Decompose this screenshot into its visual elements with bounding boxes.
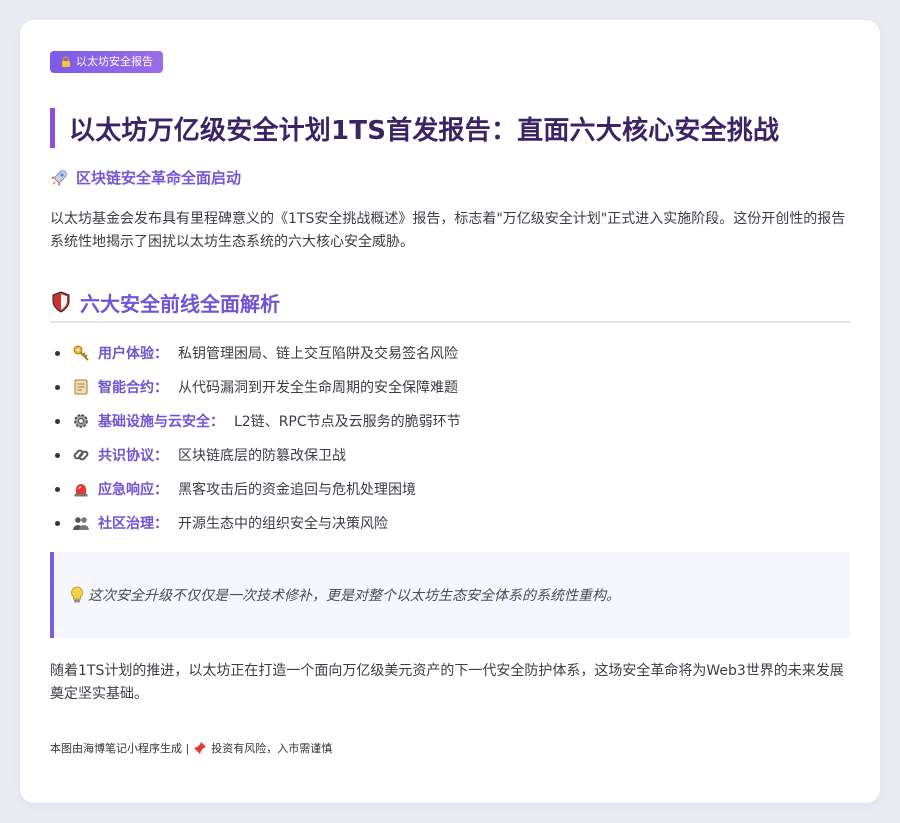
intro-paragraph: 以太坊基金会发布具有里程碑意义的《1TS安全挑战概述》报告，标志着"万亿级安全计… (50, 211, 846, 250)
item-desc: L2链、RPC节点及云服务的脆弱环节 (234, 414, 461, 430)
category-tag: 以太坊安全报告 (50, 51, 163, 73)
bullet (55, 486, 60, 492)
list-item: 用户体验： 私钥管理困局、链上交互陷阱及交易签名风险 (50, 336, 850, 370)
footer: 本图由海博笔记小程序生成 | 投资有风险，入市需谨慎 (50, 740, 332, 756)
item-label: 共识协议： (98, 448, 168, 464)
section-heading: 六大安全前线全面解析 (50, 283, 850, 323)
rocket-icon (51, 169, 67, 186)
item-desc: 开源生态中的组织安全与决策风险 (178, 516, 388, 532)
threat-list: 用户体验： 私钥管理困局、链上交互陷阱及交易签名风险 智能合约： 从代码漏洞到开… (50, 336, 850, 540)
list-item: 共识协议： 区块链底层的防篡改保卫战 (50, 438, 850, 472)
bullet (55, 520, 60, 526)
shield-icon (52, 291, 70, 313)
lightbulb-icon (71, 586, 83, 603)
highlight-quote: 这次安全升级不仅仅是一次技术修补，更是对整个以太坊生态安全体系的系统性重构。 (50, 552, 850, 638)
gear-icon (74, 414, 88, 428)
item-desc: 私钥管理困局、链上交互陷阱及交易签名风险 (178, 346, 458, 362)
article-card: 以太坊安全报告 以太坊万亿级安全计划1TS首发报告：直面六大核心安全挑战 区块链… (20, 20, 880, 803)
title-block: 以太坊万亿级安全计划1TS首发报告：直面六大核心安全挑战 (50, 108, 869, 148)
item-desc: 黑客攻击后的资金追回与危机处理困境 (178, 482, 416, 498)
bullet (55, 452, 60, 458)
key-icon (73, 345, 89, 361)
item-desc: 区块链底层的防篡改保卫战 (178, 448, 346, 464)
item-label: 应急响应： (98, 482, 168, 498)
list-item: 社区治理： 开源生态中的组织安全与决策风险 (50, 506, 850, 540)
item-desc: 从代码漏洞到开发全生命周期的安全保障难题 (178, 380, 458, 396)
bullet (55, 384, 60, 390)
pushpin-icon (194, 742, 207, 754)
page-title: 以太坊万亿级安全计划1TS首发报告：直面六大核心安全挑战 (69, 115, 780, 146)
closing-paragraph: 随着1TS计划的推进，以太坊正在打造一个面向万亿级美元资产的下一代安全防护体系，… (50, 663, 844, 702)
quote-text: 这次安全升级不仅仅是一次技术修补，更是对整个以太坊生态安全体系的系统性重构。 (88, 588, 620, 604)
item-label: 智能合约： (98, 380, 168, 396)
item-label: 用户体验： (98, 346, 168, 362)
list-item: 应急响应： 黑客攻击后的资金追回与危机处理困境 (50, 472, 850, 506)
bullet (55, 418, 60, 424)
subheading-text: 区块链安全革命全面启动 (76, 169, 242, 187)
item-label: 社区治理： (98, 516, 168, 532)
footer-disclaimer: 投资有风险，入市需谨慎 (211, 742, 333, 755)
people-icon (73, 517, 89, 530)
siren-icon (74, 484, 88, 497)
section-title: 六大安全前线全面解析 (80, 291, 280, 316)
subheading: 区块链安全革命全面启动 (50, 167, 241, 188)
category-tag-label: 以太坊安全报告 (76, 55, 153, 68)
lock-icon (62, 56, 70, 67)
footer-source: 本图由海博笔记小程序生成 | (50, 742, 190, 755)
scroll-icon (74, 379, 88, 395)
list-item: 智能合约： 从代码漏洞到开发全生命周期的安全保障难题 (50, 370, 850, 404)
link-icon (73, 449, 89, 461)
bullet (55, 350, 60, 356)
list-item: 基础设施与云安全： L2链、RPC节点及云服务的脆弱环节 (50, 404, 850, 438)
item-label: 基础设施与云安全： (98, 414, 224, 430)
